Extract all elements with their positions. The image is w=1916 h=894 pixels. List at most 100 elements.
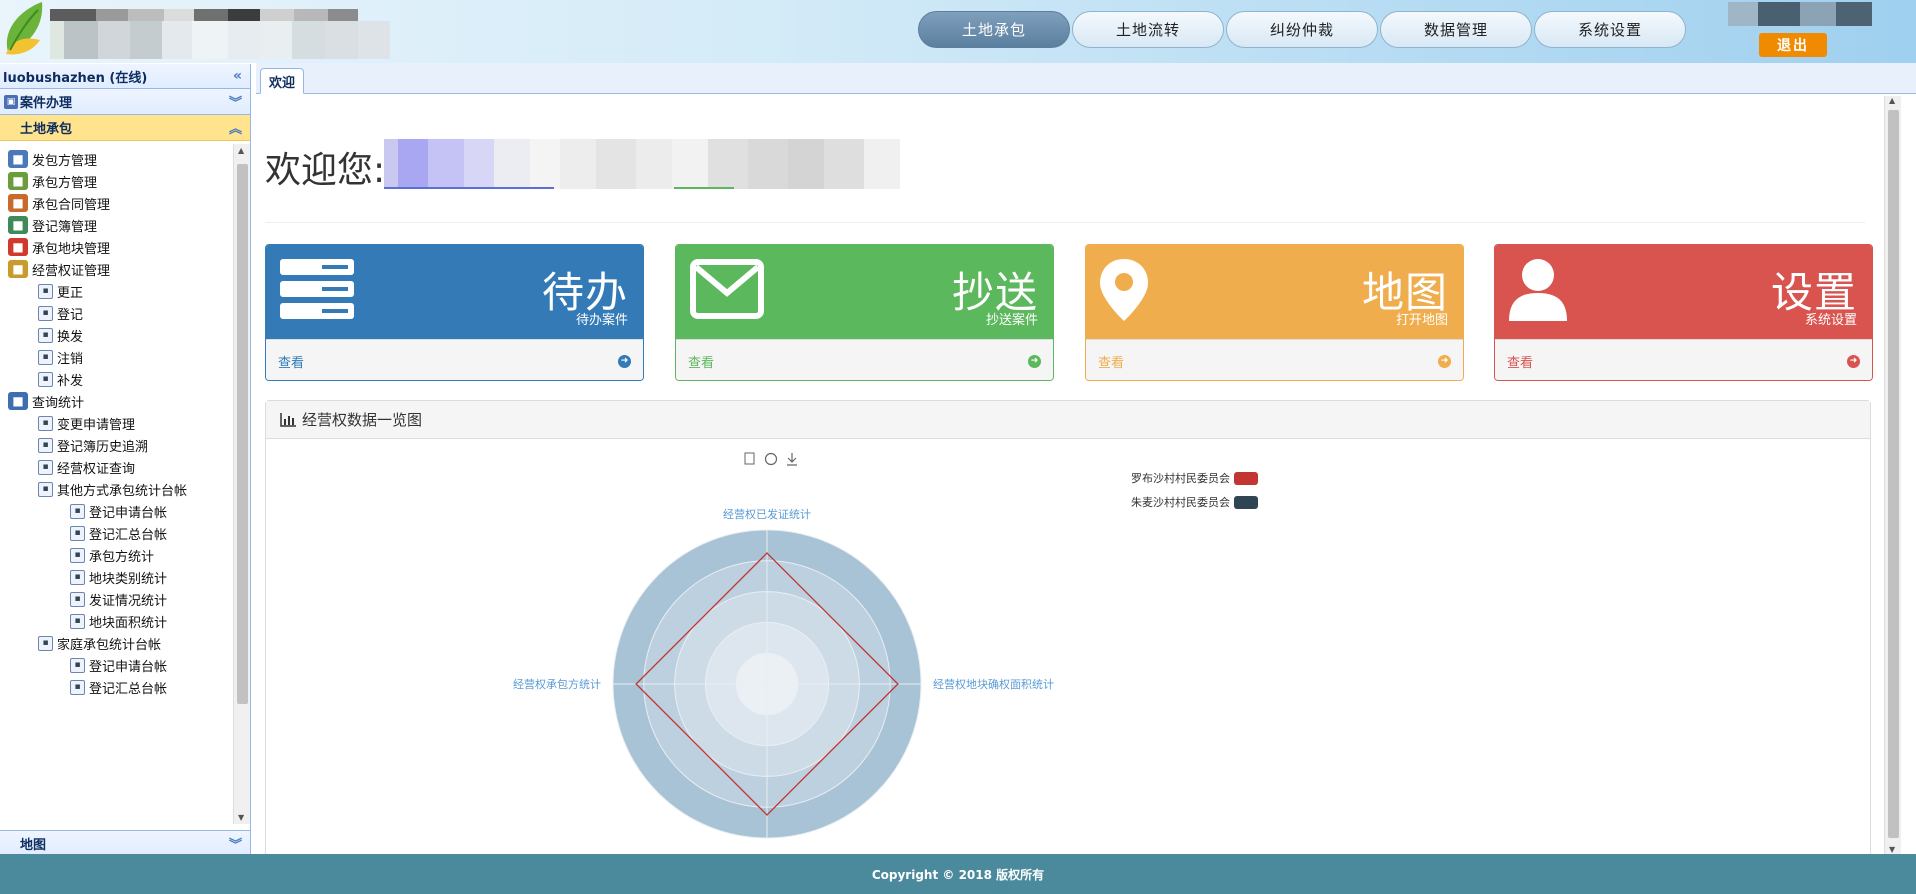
sidebar-item-label: 登记簿历史追溯 bbox=[57, 439, 149, 455]
history-icon: ▪ bbox=[38, 437, 53, 453]
radar-indicator-label: 经营权已发证统计 bbox=[723, 507, 811, 521]
nav-tab-data-management[interactable]: 数据管理 bbox=[1380, 11, 1532, 48]
users-icon: ■ bbox=[8, 172, 28, 190]
card-map-view-label: 查看 bbox=[1098, 355, 1125, 371]
sidebar-item[interactable]: ▪ 注销 bbox=[38, 346, 83, 368]
card-map-view-link[interactable]: 查看 ➜ bbox=[1086, 339, 1463, 380]
sidebar-item[interactable]: ▪ 换发 bbox=[38, 324, 83, 346]
main-area: 欢迎 欢迎您: 待办 待办案件 查看 ➜ 抄送 抄送案件 查看 ➜ 地图 打开地… bbox=[256, 63, 1916, 854]
sidebar-item[interactable]: ■ 登记簿管理 bbox=[8, 214, 97, 236]
radar-chart-area: 经营权已发证统计 经营权地块确权面积统计 经营权承包方统计 罗布沙村村民委员会 朱麦沙村… bbox=[266, 440, 1872, 854]
sidebar-item-label: 登记申请台帐 bbox=[89, 659, 168, 675]
accordion-land-contract[interactable]: 土地承包 ︽ bbox=[0, 115, 250, 141]
nav-tab-land-transfer[interactable]: 土地流转 bbox=[1072, 11, 1224, 48]
document-icon: ▪ bbox=[38, 371, 53, 387]
scroll-up-icon[interactable]: ▲ bbox=[238, 146, 244, 155]
application-ledger-icon: ▪ bbox=[70, 657, 85, 673]
sidebar-item-label: 发包方管理 bbox=[32, 153, 98, 169]
logout-button[interactable]: 退出 bbox=[1759, 33, 1827, 57]
chevron-down-icon[interactable]: ︾ bbox=[229, 92, 242, 111]
nav-tab-system-settings[interactable]: 系统设置 bbox=[1534, 11, 1686, 48]
sidebar-item-label: 发证情况统计 bbox=[89, 593, 168, 609]
nav-tab-dispute-arbitration[interactable]: 纠纷仲裁 bbox=[1226, 11, 1378, 48]
sidebar-item[interactable]: ■ 承包方管理 bbox=[8, 170, 97, 192]
sidebar-item[interactable]: ▪ 登记申请台帐 bbox=[70, 654, 167, 676]
accordion-land-contract-label: 土地承包 bbox=[20, 122, 73, 137]
radar-indicator-label: 经营权地块确权面积统计 bbox=[933, 677, 1054, 691]
card-todo-view-label: 查看 bbox=[278, 355, 305, 371]
sidebar-item[interactable]: ▪ 补发 bbox=[38, 368, 83, 390]
collapse-sidebar-icon[interactable]: « bbox=[233, 68, 242, 84]
query-icon: ▪ bbox=[38, 459, 53, 475]
card-todo-subtitle: 待办案件 bbox=[575, 313, 628, 328]
sidebar-item-label: 补发 bbox=[57, 373, 84, 389]
sidebar-item[interactable]: ▪ 地块类别统计 bbox=[70, 566, 167, 588]
sidebar-item-label: 其他方式承包统计台帐 bbox=[57, 483, 188, 499]
sidebar-item[interactable]: ■ 经营权证管理 bbox=[8, 258, 110, 280]
line-chart-icon: ▪ bbox=[70, 613, 85, 629]
sidebar-item[interactable]: ■ 承包合同管理 bbox=[8, 192, 110, 214]
server-list-icon bbox=[280, 259, 354, 319]
sidebar-item[interactable]: ▪ 登记汇总台帐 bbox=[70, 522, 167, 544]
legend-label: 朱麦沙村村民委员会 bbox=[1131, 495, 1230, 509]
sidebar-item[interactable]: ▪ 经营权证查询 bbox=[38, 456, 135, 478]
sidebar-item[interactable]: ▪ 登记汇总台帐 bbox=[70, 676, 167, 698]
accordion-case-handling-label: 案件办理 bbox=[20, 96, 73, 111]
sidebar-item[interactable]: ▪ 变更申请管理 bbox=[38, 412, 135, 434]
nav-tab-land-contract[interactable]: 土地承包 bbox=[918, 11, 1070, 48]
sidebar-scroll-thumb[interactable] bbox=[237, 164, 248, 704]
sidebar-item[interactable]: ▪ 发证情况统计 bbox=[70, 588, 167, 610]
sidebar-item[interactable]: ▪ 承包方统计 bbox=[70, 544, 154, 566]
main-scrollbar[interactable]: ▲ ▼ bbox=[1884, 96, 1901, 854]
scroll-down-icon[interactable]: ▼ bbox=[1889, 845, 1895, 854]
sidebar-item-label: 登记申请台帐 bbox=[89, 505, 168, 521]
restore-icon[interactable] bbox=[764, 452, 778, 466]
sidebar-item-label: 变更申请管理 bbox=[57, 417, 136, 433]
save-image-icon[interactable] bbox=[787, 453, 797, 466]
card-todo-view-link[interactable]: 查看 ➜ bbox=[266, 339, 643, 380]
sidebar-item[interactable]: ▪ 更正 bbox=[38, 280, 83, 302]
footer: Copyright © 2018 版权所有 bbox=[0, 854, 1916, 894]
scroll-up-icon[interactable]: ▲ bbox=[1889, 96, 1895, 105]
card-cc: 抄送 抄送案件 查看 ➜ bbox=[675, 244, 1054, 381]
contractor-stat-icon: ▪ bbox=[70, 547, 85, 563]
sidebar-item-label: 承包合同管理 bbox=[32, 197, 111, 213]
sidebar-item[interactable]: ▪ 登记簿历史追溯 bbox=[38, 434, 148, 456]
family-ledger-icon: ▪ bbox=[38, 635, 53, 651]
card-cc-view-label: 查看 bbox=[688, 355, 715, 371]
sidebar-item[interactable]: ■ 承包地块管理 bbox=[8, 236, 110, 258]
sidebar-item[interactable]: ▪ 登记申请台帐 bbox=[70, 500, 167, 522]
sidebar-item[interactable]: ▪ 地块面积统计 bbox=[70, 610, 167, 632]
sidebar-scrollbar[interactable]: ▲ ▼ bbox=[233, 144, 250, 824]
sidebar-item[interactable]: ▪ 其他方式承包统计台帐 bbox=[38, 478, 187, 500]
legend-swatch[interactable] bbox=[1234, 472, 1258, 485]
sidebar-user-status-bar: luobushazhen (在线) « bbox=[0, 64, 250, 89]
accordion-map[interactable]: 地图 ︾ bbox=[0, 830, 250, 856]
user-info-redacted bbox=[1728, 2, 1872, 26]
sidebar-item[interactable]: ■ 发包方管理 bbox=[8, 148, 97, 170]
user-icon bbox=[1509, 259, 1567, 321]
sidebar-item[interactable]: ■ 查询统计 bbox=[8, 390, 84, 412]
card-settings-view-link[interactable]: 查看 ➜ bbox=[1495, 339, 1872, 380]
chevron-up-icon[interactable]: ︽ bbox=[229, 118, 242, 137]
cancel-icon: ▪ bbox=[38, 349, 53, 365]
legend-swatch[interactable] bbox=[1234, 496, 1258, 509]
sidebar-item-label: 承包方统计 bbox=[89, 549, 155, 565]
accordion-case-handling[interactable]: ▣ 案件办理 ︾ bbox=[0, 89, 250, 115]
arrow-circle-right-icon: ➜ bbox=[1847, 354, 1860, 368]
sidebar-item-label: 经营权证管理 bbox=[32, 263, 111, 279]
main-scroll-thumb[interactable] bbox=[1888, 110, 1899, 838]
card-settings-subtitle: 系统设置 bbox=[1804, 313, 1857, 328]
data-view-icon[interactable] bbox=[744, 452, 755, 465]
tab-welcome[interactable]: 欢迎 bbox=[260, 68, 305, 94]
chevron-down-icon[interactable]: ︾ bbox=[229, 834, 242, 853]
certificate-icon: ■ bbox=[8, 260, 28, 278]
sidebar-item[interactable]: ▪ 登记 bbox=[38, 302, 83, 324]
scroll-down-icon[interactable]: ▼ bbox=[238, 813, 244, 822]
card-cc-view-link[interactable]: 查看 ➜ bbox=[676, 339, 1053, 380]
copyright-text: Copyright © 2018 版权所有 bbox=[871, 867, 1045, 882]
summary-ledger-icon: ▪ bbox=[70, 525, 85, 541]
sidebar-item[interactable]: ▪ 家庭承包统计台帐 bbox=[38, 632, 161, 654]
arrow-circle-right-icon: ➜ bbox=[618, 354, 631, 368]
card-map-header: 地图 打开地图 bbox=[1086, 245, 1463, 339]
